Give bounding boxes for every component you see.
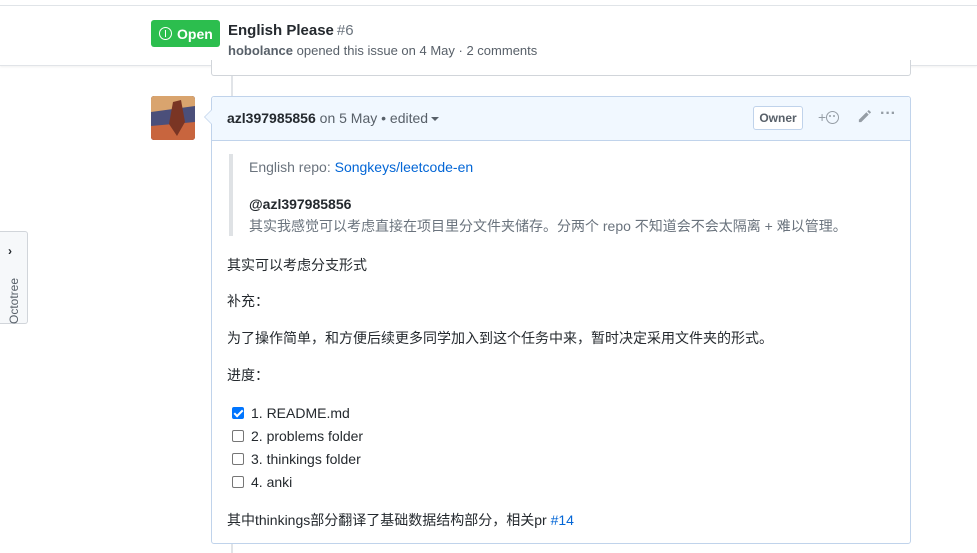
previous-comment-bottom: [211, 60, 911, 76]
issue-title: English Please #6: [228, 22, 354, 39]
task-list-item: 3. thinkings folder: [232, 447, 363, 470]
task-list-item: 4. anki: [232, 470, 363, 493]
checkbox-icon[interactable]: [232, 429, 244, 442]
comment-author-link[interactable]: azl397985856: [227, 110, 316, 126]
quote-line: English repo: Songkeys/leetcode-en: [249, 159, 473, 175]
edited-dropdown[interactable]: • edited: [381, 110, 440, 126]
comment-paragraph: 补充：: [227, 293, 269, 309]
issue-meta: hobolance opened this issue on 4 May · 2…: [228, 43, 537, 58]
blockquote: English repo: Songkeys/leetcode-en @azl3…: [229, 154, 869, 236]
plus-label: +: [818, 109, 827, 125]
chevron-right-icon: ›: [8, 244, 12, 258]
comment-header: azl397985856 on 5 May • edited Owner + ·…: [212, 97, 910, 141]
pr-link[interactable]: #14: [551, 512, 574, 528]
comment-paragraph: 其实可以考虑分支形式: [227, 257, 367, 273]
quote-line: 其实我感觉可以考虑直接在项目里分文件夹储存。分两个 repo 不知道会不会太隔离…: [249, 218, 847, 234]
edit-comment-button[interactable]: [857, 109, 872, 128]
issue-opened-icon: [159, 27, 172, 40]
task-list: 1. README.md 2. problems folder 3. think…: [232, 401, 363, 493]
task-label: 4. anki: [251, 473, 293, 490]
task-list-item: 1. README.md: [232, 401, 363, 424]
comment-paragraph: 其中thinkings部分翻译了基础数据结构部分，相关pr #14: [227, 510, 574, 530]
octotree-toggle[interactable]: › Octotree: [0, 231, 28, 324]
task-label: 2. problems folder: [251, 427, 364, 444]
checkbox-icon[interactable]: [232, 475, 244, 488]
smiley-icon: [826, 111, 840, 124]
comment-paragraph: 进度：: [227, 367, 269, 383]
task-list-item: 2. problems folder: [232, 424, 363, 447]
avatar[interactable]: [151, 96, 195, 140]
checkbox-icon[interactable]: [232, 406, 244, 419]
timeline-connector: [231, 76, 233, 96]
comment-timestamp[interactable]: on 5 May: [320, 110, 378, 126]
timeline-connector: [231, 544, 233, 553]
comment-paragraph: 为了操作简单，和方便后续更多同学加入到这个任务中来，暂时决定采用文件夹的形式。: [227, 330, 773, 346]
state-badge-open: Open: [151, 20, 220, 47]
edited-label: • edited: [381, 110, 429, 126]
caret-down-icon: [431, 117, 440, 122]
issue-sticky-header: Open English Please #6 hobolance opened t…: [0, 6, 977, 66]
owner-badge: Owner: [753, 106, 803, 130]
state-label: Open: [177, 25, 213, 42]
user-mention[interactable]: @azl397985856: [249, 196, 351, 212]
octotree-label: Octotree: [7, 277, 21, 325]
pencil-icon: [858, 109, 872, 123]
comment-author-line: azl397985856 on 5 May • edited: [227, 110, 440, 126]
avatar-image: [151, 96, 195, 140]
issue-title-text: English Please: [228, 22, 334, 39]
issue-comment: azl397985856 on 5 May • edited Owner + ·…: [204, 96, 911, 544]
footer-text: 其中thinkings部分翻译了基础数据结构部分，相关pr: [227, 512, 551, 528]
repo-link[interactable]: Songkeys/leetcode-en: [335, 159, 474, 175]
kebab-horizontal-icon[interactable]: ···: [880, 105, 896, 123]
checkbox-icon[interactable]: [232, 452, 244, 465]
issue-number: #6: [336, 22, 354, 39]
add-reaction-button[interactable]: +: [818, 109, 840, 125]
task-label: 1. README.md: [251, 404, 350, 421]
issue-meta-text: opened this issue on 4 May · 2 comments: [296, 43, 538, 58]
issue-author-link[interactable]: hobolance: [228, 43, 293, 58]
task-label: 3. thinkings folder: [251, 450, 361, 467]
quote-prefix: English repo:: [249, 159, 335, 175]
